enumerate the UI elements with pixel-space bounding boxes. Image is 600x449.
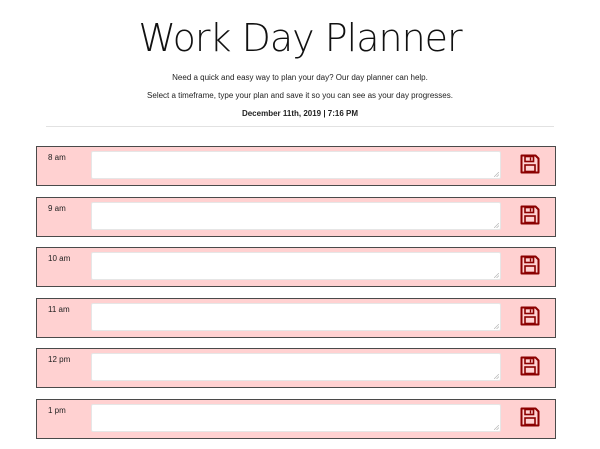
floppy-disk-icon xyxy=(520,255,540,275)
time-block-row: 1 pm xyxy=(36,398,556,439)
hour-label: 12 pm xyxy=(48,355,71,364)
floppy-disk-icon xyxy=(520,407,540,426)
plan-input[interactable] xyxy=(91,252,501,280)
plan-input[interactable] xyxy=(91,201,501,230)
time-block-row: 10 am xyxy=(36,247,556,287)
plan-input-wrapper xyxy=(91,252,501,280)
save-button[interactable] xyxy=(519,406,541,428)
lead-text-line-1: Need a quick and easy way to plan your d… xyxy=(172,73,428,82)
floppy-disk-icon xyxy=(520,306,540,325)
time-block-row: 11 am xyxy=(36,297,556,338)
hour-label: 1 pm xyxy=(48,405,66,415)
floppy-disk-icon xyxy=(520,356,540,376)
plan-input[interactable] xyxy=(91,403,501,432)
save-button[interactable] xyxy=(519,153,541,175)
hour-label: 10 am xyxy=(48,254,71,263)
plan-input-wrapper xyxy=(91,403,501,432)
resize-grip-icon[interactable] xyxy=(494,424,499,430)
time-block-row: 8 am xyxy=(36,146,556,186)
plan-input[interactable] xyxy=(91,151,501,179)
plan-input[interactable] xyxy=(91,353,501,381)
hour-label: 9 am xyxy=(48,203,66,213)
plan-input-wrapper xyxy=(91,353,501,381)
save-button[interactable] xyxy=(519,204,541,226)
lead-text-line-2: Select a timeframe, type your plan and s… xyxy=(147,91,453,100)
plan-input-wrapper xyxy=(91,151,501,179)
resize-grip-icon[interactable] xyxy=(494,323,499,329)
page-title: Work Day Planner xyxy=(138,16,462,60)
time-block-row: 9 am xyxy=(36,196,556,237)
resize-grip-icon[interactable] xyxy=(494,273,499,278)
resize-grip-icon[interactable] xyxy=(494,222,499,228)
current-date: December 11th, 2019 | 7:16 PM xyxy=(241,109,359,118)
resize-grip-icon[interactable] xyxy=(494,374,499,379)
save-button[interactable] xyxy=(519,305,541,327)
save-button[interactable] xyxy=(519,254,541,276)
resize-grip-icon[interactable] xyxy=(494,172,499,177)
plan-input-wrapper xyxy=(91,302,501,331)
page-header: Work Day Planner Need a quick and easy w… xyxy=(0,0,600,127)
floppy-disk-icon xyxy=(520,205,540,224)
time-block-row: 12 pm xyxy=(36,348,556,388)
hour-label: 11 am xyxy=(48,304,70,314)
plan-input-wrapper xyxy=(91,201,501,230)
save-button[interactable] xyxy=(519,355,541,377)
time-block-list: 8 am 9 am 10 am 11 am 12 pm 1 pm xyxy=(36,146,556,449)
plan-input[interactable] xyxy=(91,302,501,331)
floppy-disk-icon xyxy=(520,154,540,174)
hour-label: 8 am xyxy=(48,153,66,162)
header-divider xyxy=(46,126,554,127)
